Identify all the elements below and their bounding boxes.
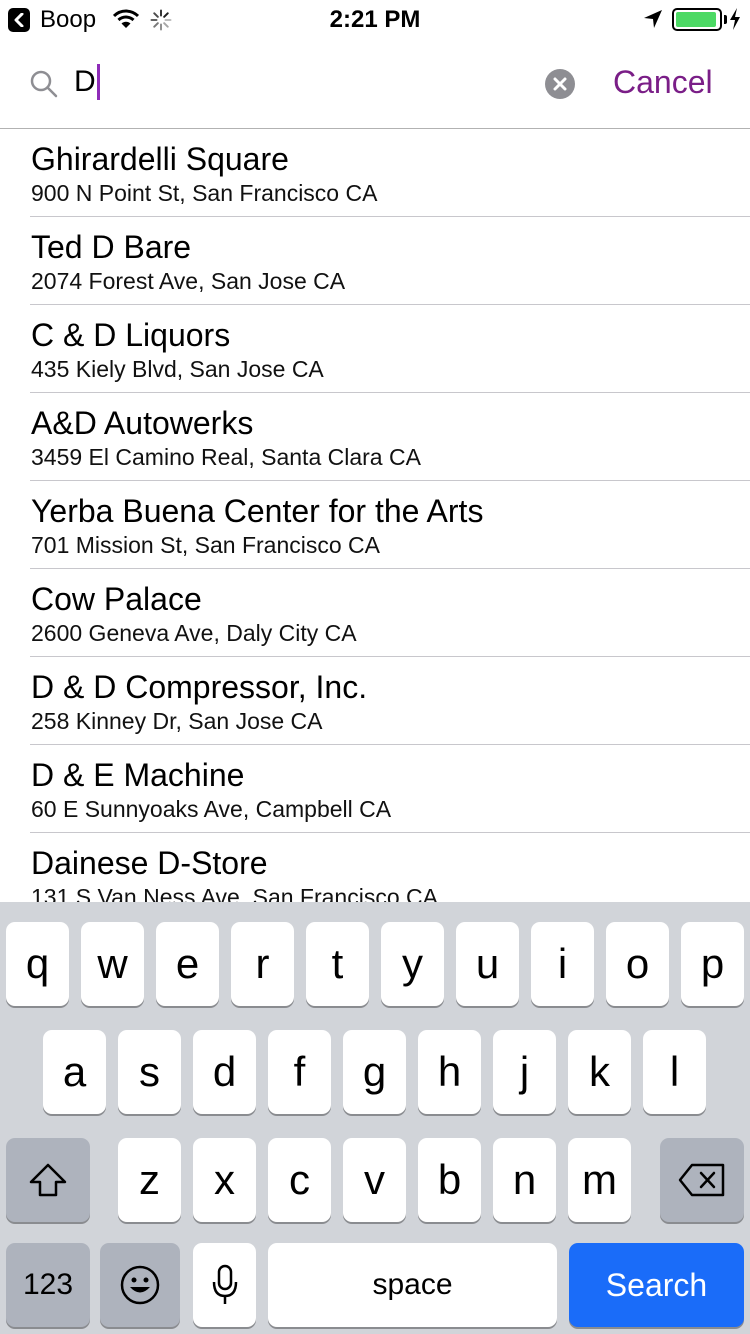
keyboard: 123 space Search qwertyuiop asdfghjkl zxcv… — [0, 902, 750, 1334]
key-q[interactable]: q — [6, 922, 69, 1006]
shift-key[interactable] — [6, 1138, 90, 1222]
list-item[interactable]: Ted D Bare 2074 Forest Ave, San Jose CA — [0, 217, 750, 305]
place-name: Yerba Buena Center for the Arts — [31, 493, 484, 529]
key-y[interactable]: y — [381, 922, 444, 1006]
search-bar: D Cancel — [0, 40, 750, 129]
key-c[interactable]: c — [268, 1138, 331, 1222]
key-t[interactable]: t — [306, 922, 369, 1006]
cancel-button[interactable]: Cancel — [613, 62, 713, 102]
list-item[interactable]: D & D Compressor, Inc. 258 Kinney Dr, San… — [0, 657, 750, 745]
search-input[interactable]: D — [74, 62, 100, 102]
place-address: 900 N Point St, San Francisco CA — [31, 180, 378, 206]
key-h[interactable]: h — [418, 1030, 481, 1114]
place-address: 60 E Sunnyoaks Ave, Campbell CA — [31, 796, 392, 822]
key-u[interactable]: u — [456, 922, 519, 1006]
place-address: 2074 Forest Ave, San Jose CA — [31, 268, 346, 294]
key-z[interactable]: z — [118, 1138, 181, 1222]
battery-icon — [672, 8, 722, 31]
key-i[interactable]: i — [531, 922, 594, 1006]
place-address: 701 Mission St, San Francisco CA — [31, 532, 380, 558]
place-name: A&D Autowerks — [31, 405, 254, 441]
microphone-icon — [212, 1264, 237, 1304]
list-item[interactable]: C & D Liquors 435 Kiely Blvd, San Jose CA — [0, 305, 750, 393]
battery-nub — [724, 15, 727, 24]
search-results-list[interactable]: Ghirardelli Square 900 N Point St, San Fr… — [0, 129, 750, 902]
list-item[interactable]: Ghirardelli Square 900 N Point St, San Fr… — [0, 129, 750, 217]
place-address: 258 Kinney Dr, San Jose CA — [31, 708, 323, 734]
numbers-key[interactable]: 123 — [6, 1243, 90, 1327]
key-x[interactable]: x — [193, 1138, 256, 1222]
list-item[interactable]: Yerba Buena Center for the Arts 701 Missi… — [0, 481, 750, 569]
place-name: Cow Palace — [31, 581, 202, 617]
key-v[interactable]: v — [343, 1138, 406, 1222]
key-k[interactable]: k — [568, 1030, 631, 1114]
key-s[interactable]: s — [118, 1030, 181, 1114]
place-name: D & D Compressor, Inc. — [31, 669, 368, 705]
place-address: 435 Kiely Blvd, San Jose CA — [31, 356, 324, 382]
text-caret — [96, 64, 100, 100]
key-n[interactable]: n — [493, 1138, 556, 1222]
charging-bolt-icon — [729, 8, 741, 35]
clear-search-button[interactable] — [545, 69, 575, 99]
delete-key[interactable] — [660, 1138, 744, 1222]
key-g[interactable]: g — [343, 1030, 406, 1114]
place-address: 3459 El Camino Real, Santa Clara CA — [31, 444, 421, 470]
place-name: Ghirardelli Square — [31, 141, 289, 177]
clear-icon — [553, 77, 567, 91]
place-address: 2600 Geneva Ave, Daly City CA — [31, 620, 357, 646]
key-w[interactable]: w — [81, 922, 144, 1006]
delete-icon — [678, 1163, 725, 1197]
key-p[interactable]: p — [681, 922, 744, 1006]
key-d[interactable]: d — [193, 1030, 256, 1114]
place-name: C & D Liquors — [31, 317, 231, 353]
place-name: D & E Machine — [31, 757, 245, 793]
status-bar: Boop 2:21 PM — [0, 0, 750, 40]
list-item[interactable]: D & E Machine 60 E Sunnyoaks Ave, Campbel… — [0, 745, 750, 833]
location-arrow-icon — [643, 9, 663, 34]
search-query: D — [74, 65, 96, 98]
battery-level — [676, 12, 716, 27]
space-key[interactable]: space — [268, 1243, 557, 1327]
key-j[interactable]: j — [493, 1030, 556, 1114]
place-name: Dainese D-Store — [31, 845, 268, 881]
key-o[interactable]: o — [606, 922, 669, 1006]
key-l[interactable]: l — [643, 1030, 706, 1114]
microphone-key[interactable] — [193, 1243, 256, 1327]
key-e[interactable]: e — [156, 922, 219, 1006]
list-item[interactable]: A&D Autowerks 3459 El Camino Real, Santa … — [0, 393, 750, 481]
shift-icon — [29, 1163, 67, 1197]
key-b[interactable]: b — [418, 1138, 481, 1222]
search-key[interactable]: Search — [569, 1243, 744, 1327]
list-item[interactable]: Cow Palace 2600 Geneva Ave, Daly City CA — [0, 569, 750, 657]
key-r[interactable]: r — [231, 922, 294, 1006]
place-address: 131 S Van Ness Ave, San Francisco CA — [31, 884, 438, 902]
list-item[interactable]: Dainese D-Store 131 S Van Ness Ave, San F… — [0, 833, 750, 902]
key-m[interactable]: m — [568, 1138, 631, 1222]
emoji-icon — [120, 1265, 160, 1305]
key-f[interactable]: f — [268, 1030, 331, 1114]
status-time: 2:21 PM — [329, 6, 421, 33]
key-a[interactable]: a — [43, 1030, 106, 1114]
emoji-key[interactable] — [100, 1243, 180, 1327]
place-name: Ted D Bare — [31, 229, 192, 265]
search-icon — [30, 70, 58, 103]
